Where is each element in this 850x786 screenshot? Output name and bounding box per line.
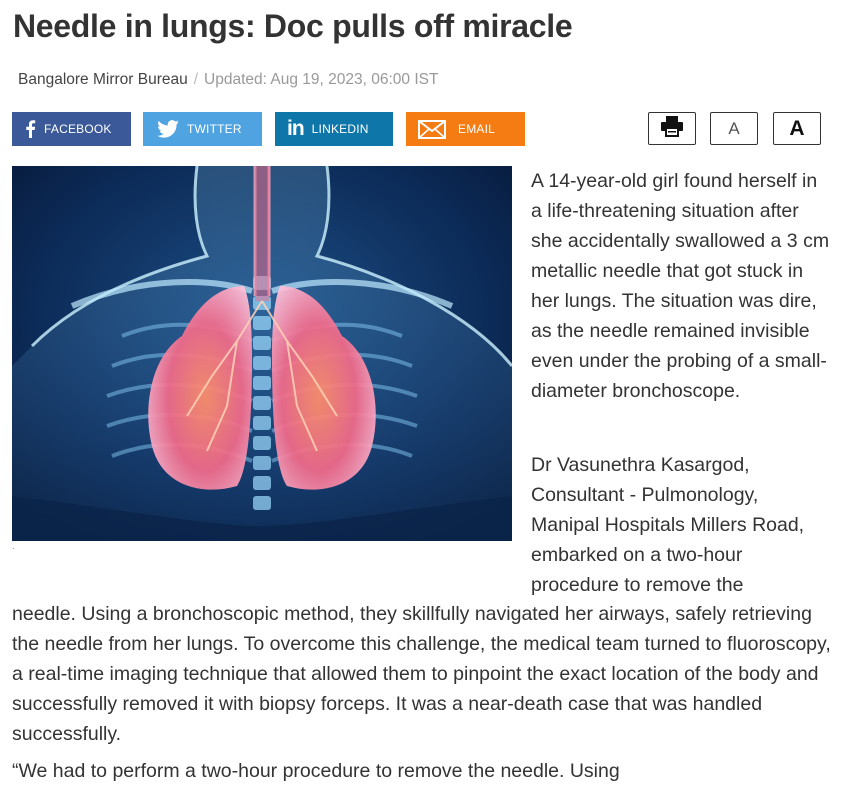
updated-timestamp: Updated: Aug 19, 2023, 06:00 IST <box>204 71 439 88</box>
envelope-icon <box>418 119 446 139</box>
byline[interactable]: Bangalore Mirror Bureau <box>18 71 188 88</box>
meta-separator: / <box>193 71 199 88</box>
article-meta: Bangalore Mirror Bureau / Updated: Aug 19,… <box>18 71 438 89</box>
facebook-label: FACEBOOK <box>44 122 112 136</box>
paragraph-2-wrapped: Dr Vasunethra Kasargod, Consultant - Pul… <box>531 454 805 596</box>
image-caption: . <box>12 541 15 551</box>
twitter-label: TWITTER <box>187 122 242 136</box>
linkedin-label: LINKEDIN <box>311 122 369 136</box>
facebook-share-button[interactable]: FACEBOOK <box>12 112 131 146</box>
linkedin-share-button[interactable]: in LINKEDIN <box>275 112 393 146</box>
twitter-bird-icon <box>157 120 179 138</box>
paragraph-1: A 14-year-old girl found herself in a li… <box>531 170 830 402</box>
email-share-button[interactable]: EMAIL <box>406 112 525 146</box>
lungs-illustration <box>12 166 512 541</box>
linkedin-icon: in <box>287 117 305 140</box>
decrease-font-button[interactable]: A <box>710 112 758 145</box>
article-title: Needle in lungs: Doc pulls off miracle <box>13 8 573 44</box>
email-label: EMAIL <box>458 122 496 136</box>
facebook-icon <box>24 120 36 138</box>
paragraph-2-continued: needle. Using a bronchoscopic method, th… <box>12 603 831 745</box>
print-button[interactable] <box>648 112 696 145</box>
twitter-share-button[interactable]: TWITTER <box>143 112 262 146</box>
printer-icon <box>660 115 684 142</box>
paragraph-3: “We had to perform a two-hour procedure … <box>12 760 620 782</box>
increase-font-button[interactable]: A <box>773 112 821 145</box>
